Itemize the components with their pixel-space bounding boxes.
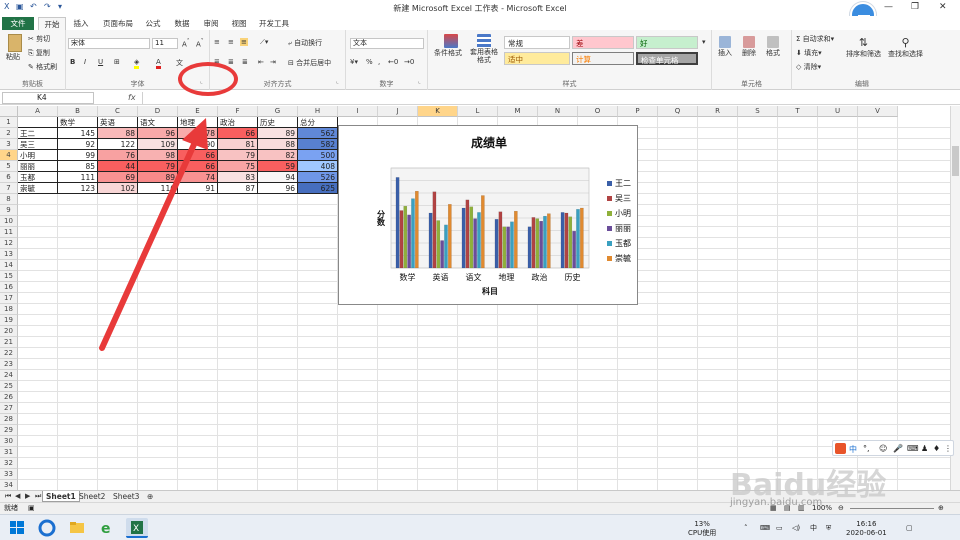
red-arrow-annotation [99,118,208,351]
baidu-watermark-url: jingyan.baidu.com [730,497,823,508]
excel-window: X ▣ ↶ ↷ ▾ 新建 Microsoft Excel 工作表 - Micro… [0,0,960,540]
